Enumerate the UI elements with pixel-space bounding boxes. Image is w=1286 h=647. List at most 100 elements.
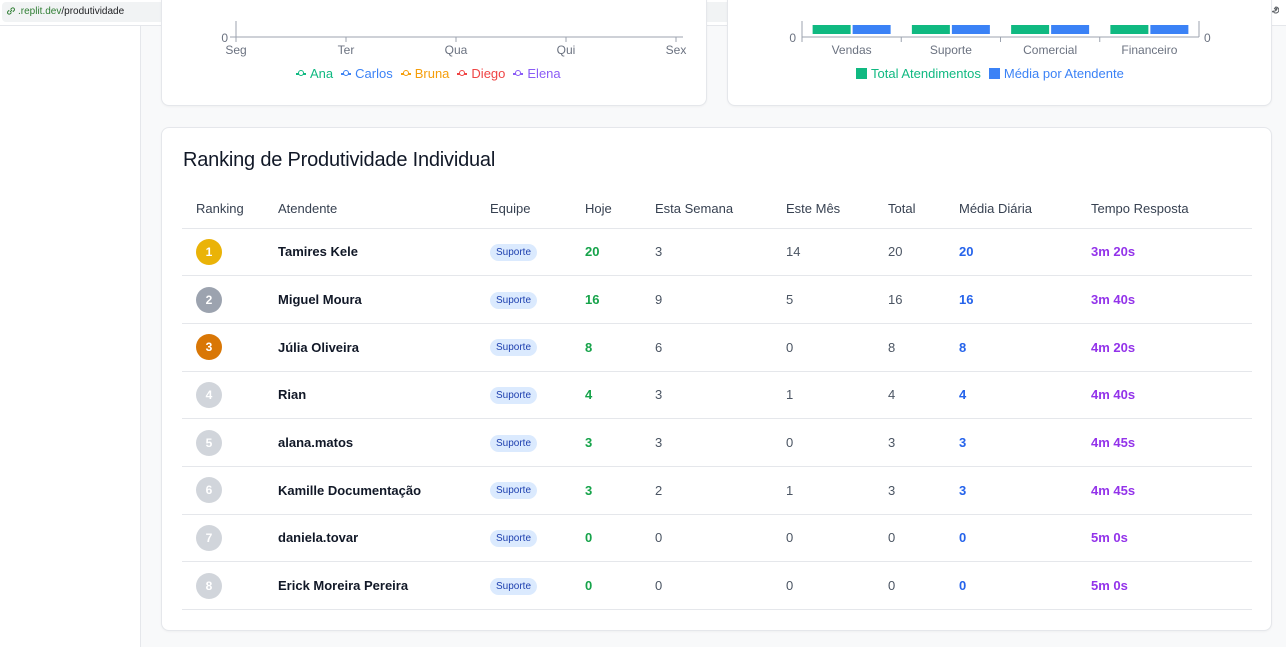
attendant-cell: Tamires Kele [278,228,490,277]
col-header-attendant: Atendente [278,190,490,229]
url-path: /produtividade [61,6,125,17]
col-header-week: Esta Semana [655,190,786,229]
attendant-name: daniela.tovar [278,530,359,546]
col-header-total: Total [888,190,959,229]
rank-badge: 3 [196,334,222,361]
legend-marker-icon [296,69,306,76]
daily-average-cell: 0 [959,561,1091,610]
team-cell: Suporte [490,371,585,420]
total-cell: 20 [888,228,959,277]
attendant-cell: Erick Moreira Pereira [278,561,490,610]
month-cell: 1 [786,371,888,420]
attendances-by-team-card: 0 0 Vendas Suporte Comercial Financeiro Tot… [727,0,1272,106]
line-chart: 0 Seg Ter Qua Qui Sex [221,21,686,57]
legend-item[interactable]: Carlos [341,66,393,81]
team-cell: Suporte [490,275,585,324]
bar[interactable] [1110,25,1149,34]
team-cell: Suporte [490,561,585,610]
ranking-table: Ranking Atendente Equipe Hoje Esta Seman… [182,190,1252,610]
week-cell: 0 [655,561,786,610]
legend-item[interactable]: Diego [457,66,505,81]
response-time-cell: 4m 40s [1091,371,1252,420]
y-left-tick-label: 0 [789,31,796,45]
col-header-ranking: Ranking [182,190,278,229]
attendant-name: Júlia Oliveira [278,339,359,355]
rank-badge: 8 [196,572,222,599]
legend-label: Diego [471,66,506,81]
daily-average-cell: 3 [959,466,1091,515]
legend-item[interactable]: Bruna [400,66,449,81]
table-row: 1 Tamires Kele Suporte 20 3 14 20 20 3m 20s [182,228,1252,277]
legend-label: Média por Atendente [1003,66,1124,81]
daily-average-cell: 16 [959,275,1091,324]
legend-label: Elena [527,66,561,81]
col-header-today: Hoje [585,190,655,229]
sidebar [0,26,141,647]
bar[interactable] [911,25,950,34]
bar[interactable] [951,25,990,34]
week-cell: 3 [655,228,786,277]
rank-cell: 8 [182,561,278,610]
month-cell: 0 [786,514,888,563]
attendances-by-day-card: 0 Seg Ter Qua Qui Sex Ana Carlos Bruna Diego Ele… [161,0,707,106]
table-row: 3 Júlia Oliveira Suporte 8 6 0 8 8 4m 20s [182,323,1252,372]
bar-chart-legend: Total Atendimentos Média por Atendente [856,66,1124,81]
legend-item[interactable]: Total Atendimentos [856,66,981,81]
bar[interactable] [852,25,891,34]
legend-swatch-icon [856,68,867,79]
today-cell: 8 [585,323,655,372]
table-row: 4 Rian Suporte 4 3 1 4 4 4m 40s [182,371,1252,420]
col-header-team: Equipe [490,190,585,229]
x-tick-label: Vendas [832,43,872,57]
total-cell: 3 [888,418,959,467]
response-time-cell: 3m 40s [1091,275,1252,324]
response-time-cell: 5m 0s [1091,514,1252,563]
rank-badge: 6 [196,477,222,504]
attendant-cell: daniela.tovar [278,514,490,563]
week-cell: 9 [655,275,786,324]
url-domain: .replit.dev [18,6,62,17]
today-cell: 0 [585,514,655,563]
attendant-cell: Rian [278,371,490,420]
x-tick-label: Financeiro [1121,43,1177,57]
legend-item[interactable]: Elena [513,66,561,81]
daily-average-cell: 8 [959,323,1091,372]
today-cell: 3 [585,466,655,515]
month-cell: 0 [786,561,888,610]
total-cell: 16 [888,275,959,324]
legend-item[interactable]: Ana [296,66,333,81]
bar[interactable] [1011,25,1050,34]
month-cell: 5 [786,275,888,324]
team-badge: Suporte [490,529,538,547]
rank-cell: 2 [182,275,278,324]
rank-cell: 1 [182,228,278,277]
week-cell: 2 [655,466,786,515]
bar[interactable] [1051,25,1090,34]
table-row: 2 Miguel Moura Suporte 16 9 5 16 16 3m 40s [182,275,1252,324]
team-cell: Suporte [490,466,585,515]
daily-average-cell: 0 [959,514,1091,563]
daily-average-cell: 4 [959,371,1091,420]
url-text: .replit.dev/produtividade [18,6,124,18]
team-badge: Suporte [490,339,538,357]
y-right-tick-label: 0 [1204,31,1211,45]
legend-label: Ana [310,66,334,81]
x-tick-label: Suporte [930,43,972,57]
bar[interactable] [1150,25,1189,34]
response-time-cell: 4m 20s [1091,323,1252,372]
bar[interactable] [812,25,851,34]
today-cell: 20 [585,228,655,277]
total-cell: 0 [888,514,959,563]
legend-item[interactable]: Média por Atendente [988,66,1124,81]
table-row: 7 daniela.tovar Suporte 0 0 0 0 0 5m 0s [182,514,1252,563]
team-badge: Suporte [490,577,538,595]
attendant-name: Miguel Moura [278,292,362,308]
legend-label: Total Atendimentos [871,66,981,81]
week-cell: 3 [655,371,786,420]
team-badge: Suporte [490,243,538,261]
attendant-name: Tamires Kele [278,244,358,260]
line-chart-legend: Ana Carlos Bruna Diego Elena [296,66,561,81]
response-time-cell: 5m 0s [1091,561,1252,610]
link-icon [7,7,15,15]
team-badge: Suporte [490,434,538,452]
